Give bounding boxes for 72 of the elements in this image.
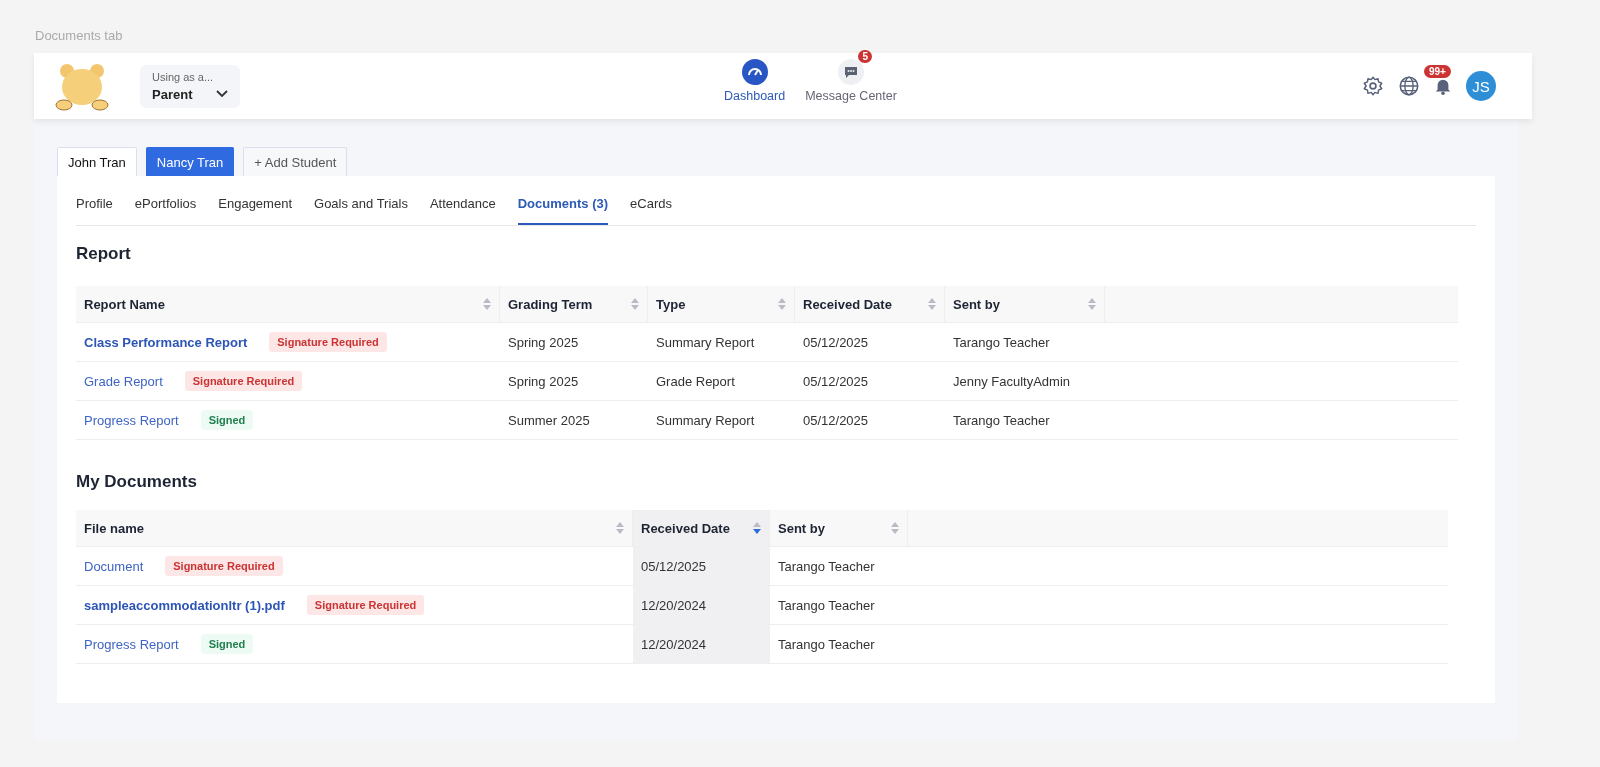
chevron-down-icon — [216, 90, 229, 98]
sort-icon[interactable] — [483, 298, 491, 310]
nav-item[interactable]: Dashboard — [724, 49, 786, 103]
nav-item[interactable]: 5 Message Center — [805, 49, 897, 103]
table-cell: 05/12/2025 — [641, 558, 707, 574]
table-cell: Summary Report — [656, 334, 755, 350]
table-cell: Tarango Teacher — [778, 597, 875, 613]
document-link[interactable]: Progress Report — [84, 636, 179, 652]
tab[interactable]: eCards — [630, 196, 672, 225]
table-cell: 12/20/2024 — [641, 636, 707, 652]
tab[interactable]: Profile — [76, 196, 113, 225]
sort-icon[interactable] — [891, 522, 899, 534]
document-link[interactable]: Grade Report — [84, 373, 163, 389]
bell-icon[interactable] — [1434, 77, 1452, 95]
document-link[interactable]: sampleaccommodationltr (1).pdf — [84, 597, 285, 613]
tab[interactable]: Attendance — [429, 196, 496, 225]
column-header: Sent by — [953, 296, 1000, 312]
status-badge: Signature Required — [184, 371, 303, 391]
column-header: Grading Term — [508, 296, 593, 312]
table-cell: Spring 2025 — [508, 373, 579, 389]
column-header: Received Date — [803, 296, 892, 312]
column-header: File name — [84, 520, 144, 536]
message-count-badge: 5 — [858, 50, 872, 63]
table-cell: 12/20/2024 — [641, 597, 707, 613]
page-caption: Documents tab — [34, 27, 124, 45]
tab[interactable]: Goals and Trials — [314, 196, 408, 225]
table-cell: 05/12/2025 — [803, 373, 869, 389]
table-cell: Summer 2025 — [508, 412, 590, 428]
table-cell: Tarango Teacher — [953, 412, 1050, 428]
sort-icon[interactable] — [928, 298, 936, 310]
tab[interactable]: Documents (3) — [517, 196, 609, 225]
table-cell: Tarango Teacher — [778, 558, 875, 574]
table-cell: Grade Report — [656, 373, 735, 389]
table-cell: 05/12/2025 — [803, 412, 869, 428]
globe-icon[interactable] — [1398, 75, 1420, 97]
table-cell: Jenny FacultyAdmin — [953, 373, 1071, 389]
status-badge: Signed — [200, 634, 254, 654]
table-cell: 05/12/2025 — [803, 334, 869, 350]
table-cell: Spring 2025 — [508, 334, 579, 350]
sort-icon[interactable] — [778, 298, 786, 310]
sort-icon[interactable] — [753, 522, 761, 534]
user-avatar[interactable]: JS — [1466, 71, 1496, 101]
table-cell: Tarango Teacher — [953, 334, 1050, 350]
notification-count-badge: 99+ — [1424, 65, 1451, 78]
document-link[interactable]: Class Performance Report — [84, 334, 248, 350]
speedometer-icon — [741, 59, 768, 85]
sort-icon[interactable] — [631, 298, 639, 310]
column-header: Report Name — [84, 296, 165, 312]
status-badge: Signed — [200, 410, 254, 430]
tab[interactable]: ePortfolios — [134, 196, 197, 225]
document-link[interactable]: Progress Report — [84, 412, 179, 428]
table-cell: Summary Report — [656, 412, 755, 428]
tab[interactable]: Engagement — [218, 196, 292, 225]
sort-icon[interactable] — [616, 522, 624, 534]
student-tab[interactable]: Nancy Tran — [145, 147, 235, 176]
role-dropdown[interactable]: Using as a... Parent — [140, 64, 240, 108]
chat-icon — [838, 59, 864, 85]
settings-icon[interactable] — [1362, 75, 1384, 97]
section-title: Report — [76, 244, 132, 264]
status-badge: Signature Required — [269, 332, 387, 352]
column-header: Received Date — [641, 520, 730, 536]
sort-icon[interactable] — [1088, 298, 1096, 310]
logo-icon — [54, 61, 110, 111]
status-badge: Signature Required — [306, 595, 425, 615]
section-title: My Documents — [76, 472, 198, 492]
student-tab[interactable]: John Tran — [57, 147, 137, 176]
status-badge: Signature Required — [165, 556, 283, 576]
student-tab[interactable]: + Add Student — [243, 147, 348, 176]
column-header: Type — [656, 296, 686, 312]
column-header: Sent by — [778, 520, 825, 536]
document-link[interactable]: Document — [84, 558, 144, 574]
table-cell: Tarango Teacher — [778, 636, 875, 652]
